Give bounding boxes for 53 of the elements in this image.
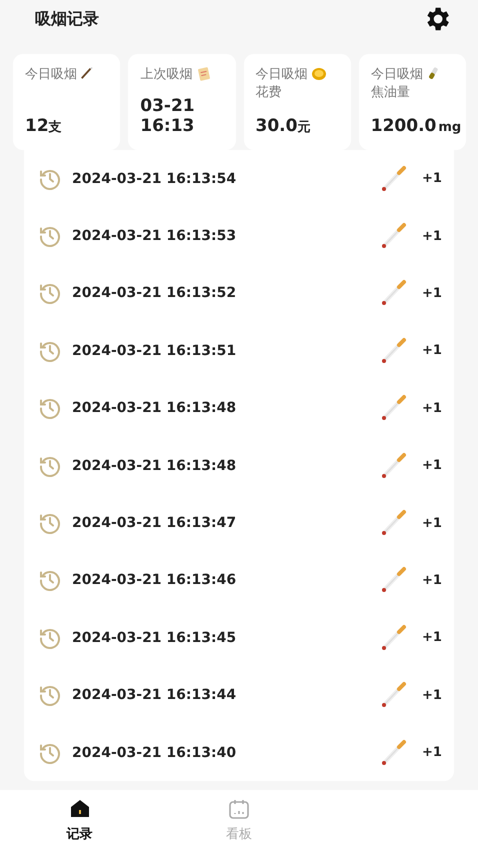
record-count: +1 (422, 171, 443, 186)
record-count: +1 (422, 572, 443, 588)
cigarette-icon (380, 624, 408, 652)
record-time: 2024-03-21 16:13:40 (72, 744, 238, 761)
record-time: 2024-03-21 16:13:48 (72, 458, 238, 474)
record-count: +1 (422, 745, 443, 760)
record-time: 2024-03-21 16:13:46 (72, 572, 238, 588)
record-time: 2024-03-21 16:13:54 (72, 170, 238, 187)
record-time: 2024-03-21 16:13:45 (72, 630, 238, 646)
notepad-icon (196, 66, 212, 82)
cigarette-icon (380, 566, 408, 594)
cigarette-icon (380, 394, 408, 422)
pencil-icon (80, 66, 94, 80)
record-time: 2024-03-21 16:13:47 (72, 515, 238, 532)
stat-value: 12支 (25, 116, 63, 136)
record-time: 2024-03-21 16:13:53 (72, 228, 238, 244)
nav-tab[interactable]: 记录 (0, 790, 160, 850)
record-time: 2024-03-21 16:13:48 (72, 400, 238, 416)
record-count: +1 (422, 688, 443, 703)
record-time: 2024-03-21 16:13:44 (72, 687, 238, 704)
stat-value: 03-21 16:13 (140, 96, 196, 136)
record-count: +1 (422, 228, 443, 244)
coin-icon (310, 66, 327, 82)
cigarette-icon (380, 738, 408, 767)
stat-value: 30.0元 (256, 116, 312, 136)
history-icon (38, 281, 62, 306)
cigarette-icon (380, 681, 408, 710)
stat-label: 今日吸烟焦油量 (370, 66, 424, 102)
history-icon (38, 683, 62, 708)
stat-value: 1200.0 mg (370, 116, 462, 136)
record-count: +1 (422, 516, 443, 531)
history-icon (38, 224, 62, 248)
history-icon (38, 511, 62, 536)
record-count: +1 (422, 400, 443, 416)
record-count: +1 (422, 286, 443, 301)
cigarette-icon (380, 509, 408, 538)
history-icon (38, 568, 62, 592)
cigarette-icon (380, 164, 408, 193)
cigarette-icon (380, 452, 408, 480)
record-time: 2024-03-21 16:13:51 (72, 342, 238, 359)
stat-label: 上次吸烟 (140, 66, 194, 84)
cigarette-icon (380, 336, 408, 365)
cigarette-icon (380, 222, 408, 250)
record-count: +1 (422, 630, 443, 646)
record-time: 2024-03-21 16:13:52 (72, 285, 238, 302)
history-icon (38, 396, 62, 420)
record-count: +1 (422, 458, 443, 474)
page-title: 吸烟记录 (35, 8, 99, 30)
cigarette-icon (380, 279, 408, 308)
stat-label: 今日吸烟 (25, 66, 78, 84)
record-count: +1 (422, 343, 443, 358)
calendar-icon (226, 797, 251, 821)
stat-label: 今日吸烟花费 (256, 66, 308, 102)
